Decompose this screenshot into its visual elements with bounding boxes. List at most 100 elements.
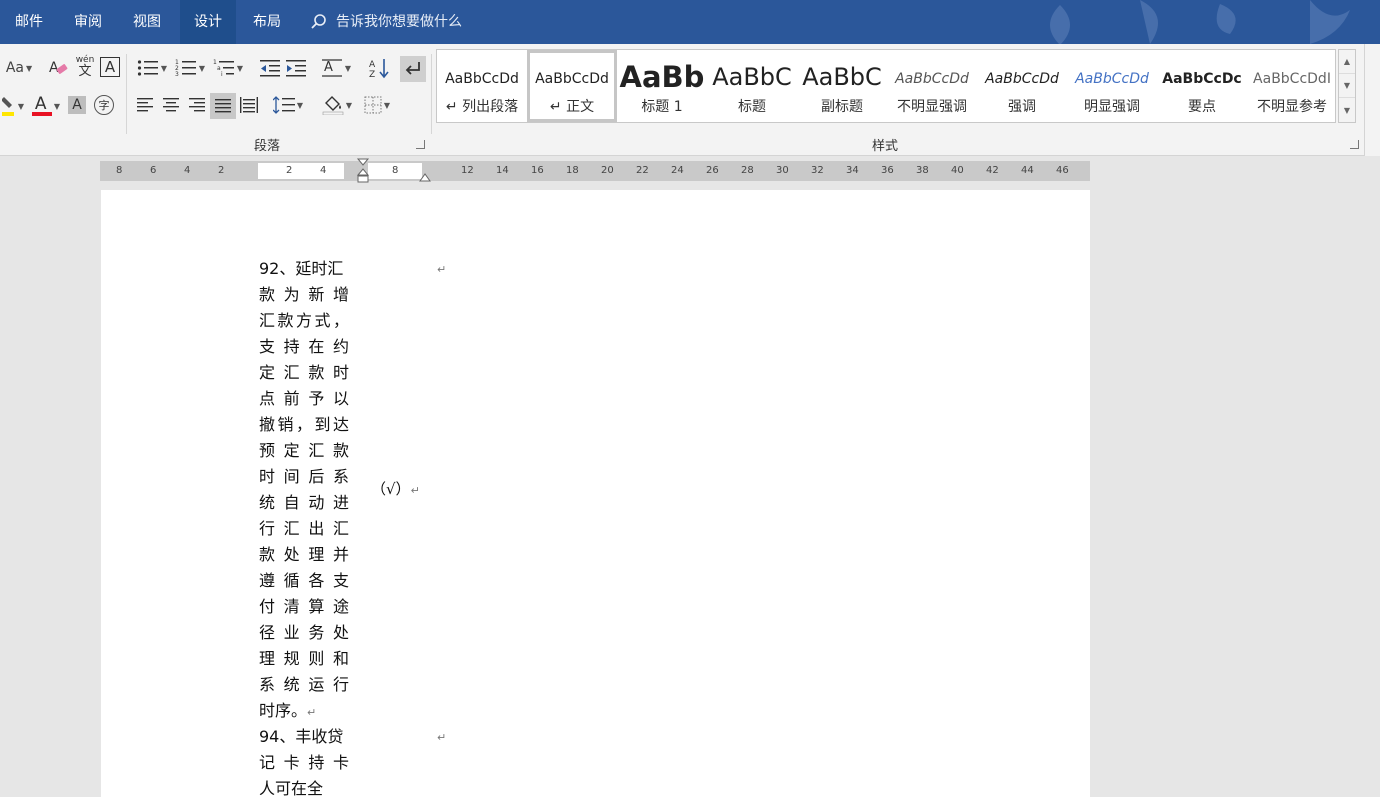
ruler-tick-label: 30 (776, 165, 789, 176)
document-text-line: 时间后系 (259, 467, 349, 486)
show-paragraph-marks-button[interactable] (400, 56, 426, 82)
font-color-glyph: A (34, 94, 47, 114)
ruler-tick-label: 32 (811, 165, 824, 176)
horizontal-ruler[interactable]: 8 6 4 2 2 4 8 12 14 16 18 20 22 24 26 28 30 32 34 36 38 40 42 4… (100, 158, 1090, 183)
borders-icon (364, 96, 382, 114)
document-text-line: 点前予以 (259, 389, 349, 408)
ruler-tick-label: 22 (636, 165, 649, 176)
gallery-more-button[interactable]: ▼ (1339, 98, 1355, 122)
decorative-pattern (1050, 0, 1350, 44)
tab-design[interactable]: 设计 (180, 0, 236, 44)
style-normal[interactable]: AaBbCcDd ↵ 正文 (527, 50, 617, 122)
styles-dialog-launcher[interactable] (1350, 140, 1359, 149)
tab-mailings[interactable]: 邮件 (0, 0, 58, 44)
distributed-button[interactable] (238, 94, 260, 116)
character-shading-button[interactable]: A (68, 96, 86, 114)
tab-view[interactable]: 视图 (118, 0, 176, 44)
font-color-button[interactable]: A ▼ (28, 94, 64, 118)
clear-formatting-button[interactable]: A (46, 56, 72, 80)
style-title[interactable]: AaBbC 标题 (707, 50, 797, 122)
ruler-tick-label: 20 (601, 165, 614, 176)
shading-button[interactable]: ▼ (318, 94, 356, 116)
line-spacing-icon (272, 96, 295, 114)
chevron-down-icon: ▼ (17, 101, 25, 111)
style-name: 明显强调 (1084, 99, 1140, 115)
style-heading-1[interactable]: AaBb 标题 1 (617, 50, 707, 122)
ribbon-tab-bar: 邮件 审阅 视图 设计 布局 告诉我你想要做什么 (0, 0, 1380, 44)
svg-text:A: A (49, 60, 59, 76)
answer-text: （√） (371, 480, 411, 498)
style-emphasis[interactable]: AaBbCcDd 强调 (977, 50, 1067, 122)
document-page[interactable]: 92、延时汇 款为新增 汇款方式， 支持在约 定汇款时 点前予以 撤销，到达 预定汇款 时间后系… (101, 190, 1090, 797)
document-text-line: 汇款方式， (259, 311, 349, 330)
document-text-line: 统自动进 (259, 493, 349, 512)
justify-icon (215, 99, 231, 113)
chevron-down-icon: ▼ (53, 101, 61, 111)
style-subtle-emphasis[interactable]: AaBbCcDd 不明显强调 (887, 50, 977, 122)
distributed-icon (240, 97, 258, 113)
document-text-line: 人可在全 (259, 779, 324, 797)
increase-indent-button[interactable] (284, 57, 308, 79)
phonetic-guide-button[interactable]: wén 文 (74, 54, 96, 80)
style-list-paragraph[interactable]: AaBbCcDd ↵ 列出段落 (437, 50, 527, 122)
font-color-icon: A (31, 94, 52, 117)
tell-me-search[interactable]: 告诉我你想要做什么 (310, 0, 462, 44)
chevron-down-icon: ▼ (236, 63, 244, 73)
style-subtle-reference[interactable]: AaBbCcDdI 不明显参考 (1247, 50, 1337, 122)
styles-gallery-scroll: ▲ ▼ ▼ (1338, 49, 1356, 123)
ruler-tick-label: 8 (392, 165, 399, 176)
text-direction-button[interactable]: A ▼ (318, 57, 354, 79)
ruler-tick-label: 4 (184, 165, 191, 176)
style-subtitle[interactable]: AaBbC 副标题 (797, 50, 887, 122)
style-name: ↵ 列出段落 (445, 99, 519, 115)
ruler-tick-label: 24 (671, 165, 684, 176)
align-center-icon (163, 98, 179, 112)
document-text-line: 遵循各支 (259, 571, 349, 590)
ruler-tick-label: 18 (566, 165, 579, 176)
document-text-line: 理规则和 (259, 649, 349, 668)
bullets-button[interactable]: ▼ (134, 57, 170, 79)
numbering-button[interactable]: 1 2 3 ▼ (172, 57, 208, 79)
answer-check: （√）↵ (371, 478, 420, 499)
document-text-line: 支持在约 (259, 337, 349, 356)
style-sample: AaBbCcDd (445, 71, 519, 87)
multilevel-list-button[interactable]: 1 a i ▼ (210, 57, 246, 79)
indent-marker-icon[interactable] (355, 158, 371, 186)
style-sample: AaBbCcDc (1162, 71, 1242, 87)
style-name: 标题 (738, 99, 766, 115)
tab-review[interactable]: 审阅 (60, 0, 116, 44)
clear-formatting-icon: A (49, 60, 68, 76)
right-indent-marker-icon[interactable] (419, 171, 431, 183)
change-case-button[interactable]: Aa ▼ (2, 57, 36, 79)
enclose-characters-glyph: 字 (98, 99, 110, 112)
gallery-scroll-up[interactable]: ▲ (1339, 50, 1355, 74)
sort-button[interactable]: AZ (366, 55, 392, 81)
style-strong[interactable]: AaBbCcDc 要点 (1157, 50, 1247, 122)
align-left-button[interactable] (134, 94, 156, 116)
chevron-down-icon: ▼ (160, 63, 168, 73)
tab-layout[interactable]: 布局 (238, 0, 296, 44)
enclose-characters-button[interactable]: 字 (94, 95, 114, 115)
style-name: 不明显强调 (897, 99, 967, 115)
align-center-button[interactable] (160, 94, 182, 116)
character-border-button[interactable]: A (100, 57, 120, 77)
borders-button[interactable]: ▼ (358, 94, 396, 116)
justify-button[interactable] (210, 93, 236, 119)
document-text-line: 92、延时汇 (259, 259, 344, 278)
paragraph-group-label: 段落 (254, 139, 281, 154)
document-text-line: 定汇款时 (259, 363, 349, 382)
decrease-indent-icon (260, 60, 280, 77)
highlight-button[interactable]: ▼ (0, 94, 26, 118)
line-spacing-button[interactable]: ▼ (270, 94, 306, 116)
style-sample: AaBbCcDd (895, 71, 969, 87)
gallery-scroll-down[interactable]: ▼ (1339, 74, 1355, 98)
ruler-tick-label: 38 (916, 165, 929, 176)
decrease-indent-button[interactable] (258, 57, 282, 79)
chevron-down-icon: ▼ (26, 63, 33, 73)
align-right-button[interactable] (186, 94, 208, 116)
table-cell-question[interactable]: 92、延时汇 款为新增 汇款方式， 支持在约 定汇款时 点前予以 撤销，到达 预定汇款 时间后系… (259, 256, 349, 797)
paragraph-dialog-launcher[interactable] (416, 140, 425, 149)
ruler-tick-label: 28 (741, 165, 754, 176)
increase-indent-icon (286, 60, 306, 77)
style-intense-emphasis[interactable]: AaBbCcDd 明显强调 (1067, 50, 1157, 122)
